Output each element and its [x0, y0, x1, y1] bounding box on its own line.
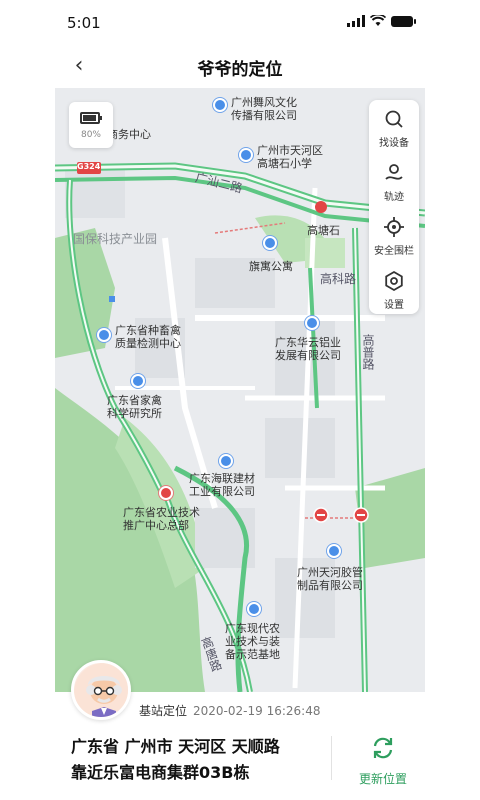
- battery-percent: 80%: [80, 130, 101, 140]
- search-icon: [385, 110, 403, 128]
- update-location-button[interactable]: 更新位置: [351, 734, 415, 786]
- poi-label: 广东省种畜禽 质量检测中心: [115, 324, 181, 350]
- poi-label: 高塘石: [307, 224, 340, 237]
- poi-pin[interactable]: [159, 486, 173, 500]
- divider: [331, 736, 332, 780]
- poi-pin[interactable]: [213, 98, 227, 112]
- avatar[interactable]: [71, 660, 131, 720]
- geofence-button[interactable]: 安全围栏: [369, 208, 419, 260]
- poi-pin[interactable]: [131, 374, 145, 388]
- page-title: 爷爷的定位: [197, 60, 283, 80]
- location-address: 广东省 广州市 天河区 天顺路 靠近乐富电商集群03B栋: [71, 734, 321, 786]
- signal-icon: [347, 15, 365, 27]
- address-line-2: 靠近乐富电商集群03B栋: [71, 763, 250, 782]
- wifi-icon: [370, 15, 386, 26]
- poi-pin[interactable]: [305, 316, 319, 330]
- track-icon: [385, 164, 403, 180]
- poi-label: 广东省农业技术 推广中心总部: [123, 506, 200, 532]
- location-source: 基站定位: [139, 704, 188, 718]
- update-location-label: 更新位置: [358, 772, 407, 786]
- poi-label: 广州市天河区 高塘石小学: [257, 144, 323, 170]
- location-timestamp: 2020-02-19 16:26:48: [193, 704, 321, 718]
- school-pin[interactable]: [239, 148, 253, 162]
- apartment-pin[interactable]: [263, 236, 277, 250]
- address-line-1: 广东省 广州市 天河区 天顺路: [71, 737, 280, 756]
- location-meta: 基站定位 2020-02-19 16:26:48: [139, 702, 320, 719]
- map-view[interactable]: G324 广汕二路 高科路 高普路 高唐路 广州舞风文化 传播有限公司 天保商务中…: [55, 88, 425, 692]
- poi-label: 广东省家禽 科学研究所: [107, 394, 162, 420]
- poi-label: 旗寓公寓: [249, 260, 293, 273]
- poi-label: 广东华云铝业 发展有限公司: [275, 336, 341, 362]
- road-label-gaoke: 高科路: [320, 272, 357, 286]
- map-toolbar: 找设备 轨迹 安全围栏 设置: [369, 100, 419, 314]
- status-icons: [347, 15, 416, 27]
- poi-pin[interactable]: [219, 454, 233, 468]
- nav-bar: ‹ 爷爷的定位: [55, 44, 425, 88]
- poi-pin[interactable]: [97, 328, 111, 342]
- poi-label: 广东海联建材 工业有限公司: [189, 472, 255, 498]
- road-shield-g324: G324: [77, 162, 101, 171]
- phone-screen: 5:01 ‹ 爷爷的定位 G324 广汕二路 高科路 高普路 高唐路 广州舞风文…: [55, 0, 425, 800]
- refresh-icon: [373, 737, 393, 759]
- poi-label: 广州天河胶管 制品有限公司: [297, 566, 363, 592]
- settings-icon: [385, 270, 403, 292]
- status-time: 5:01: [67, 14, 101, 32]
- status-bar: 5:01: [55, 0, 425, 44]
- poi-pin[interactable]: [247, 602, 261, 616]
- battery-icon: [80, 112, 102, 124]
- poi-pin[interactable]: [327, 544, 341, 558]
- road-label-gaopu: 高普路: [361, 334, 375, 370]
- device-battery-card: 80%: [69, 102, 113, 148]
- settings-button[interactable]: 设置: [369, 262, 419, 314]
- find-device-button[interactable]: 找设备: [369, 100, 419, 152]
- track-button[interactable]: 轨迹: [369, 154, 419, 206]
- battery-status-icon: [391, 15, 416, 27]
- poi-label: 国保科技产业园: [73, 232, 158, 246]
- poi-label: 广东现代农 业技术与装 备示范基地: [225, 622, 280, 661]
- poi-label: 广州舞风文化 传播有限公司: [231, 96, 297, 122]
- geofence-icon: [384, 217, 404, 237]
